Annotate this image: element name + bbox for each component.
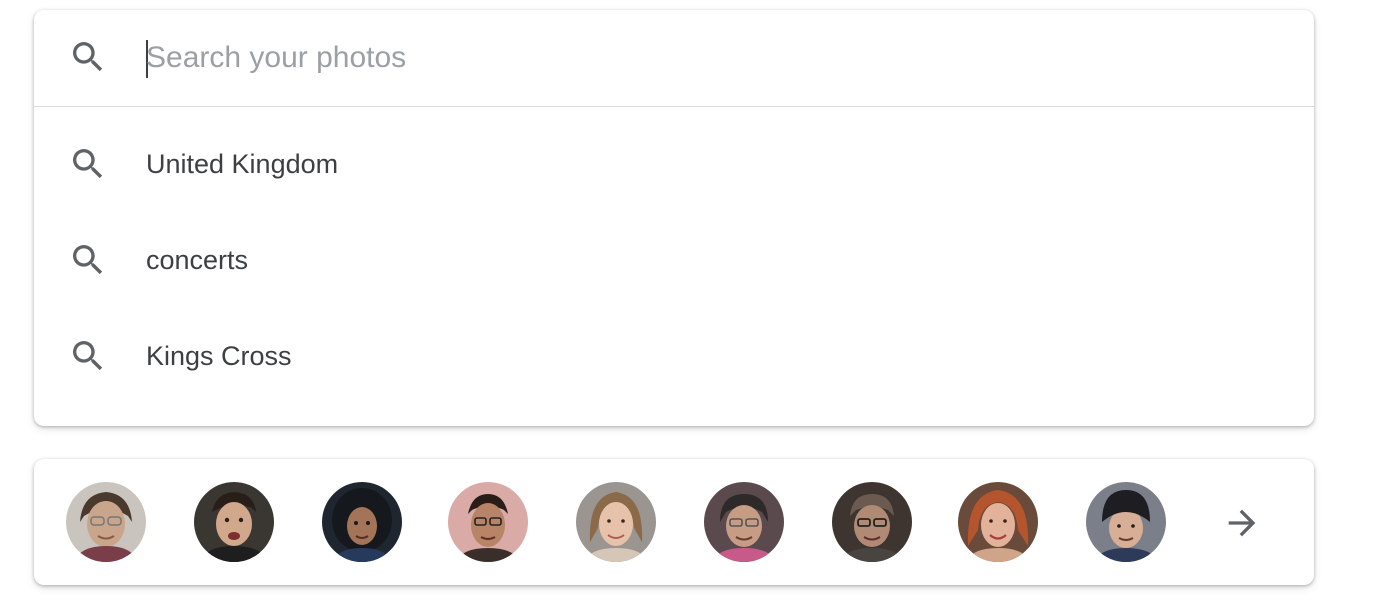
suggestion-label: concerts — [146, 245, 249, 275]
search-icon — [68, 144, 108, 184]
person-avatar[interactable] — [704, 482, 784, 562]
search-icon — [68, 336, 108, 376]
person-avatar[interactable] — [576, 482, 656, 562]
search-bar — [34, 10, 1314, 107]
person-avatar[interactable] — [1086, 482, 1166, 562]
search-icon[interactable] — [68, 37, 108, 77]
suggestion-item[interactable]: Kings Cross — [34, 308, 1314, 404]
suggestion-label: United Kingdom — [146, 149, 339, 179]
person-avatar[interactable] — [832, 482, 912, 562]
person-avatar[interactable] — [448, 482, 528, 562]
suggestion-item[interactable]: concerts — [34, 212, 1314, 308]
person-avatar[interactable] — [194, 482, 274, 562]
person-avatar[interactable] — [66, 482, 146, 562]
people-row — [34, 459, 1314, 585]
person-avatar[interactable] — [322, 482, 402, 562]
arrow-right-icon[interactable] — [1220, 501, 1264, 545]
suggestion-label: Kings Cross — [146, 341, 292, 371]
suggestion-item[interactable]: United Kingdom — [34, 116, 1314, 212]
search-input[interactable] — [146, 36, 1246, 80]
search-icon — [68, 240, 108, 280]
search-dropdown: United Kingdom concerts Kings Cross — [34, 10, 1314, 426]
person-avatar[interactable] — [958, 482, 1038, 562]
